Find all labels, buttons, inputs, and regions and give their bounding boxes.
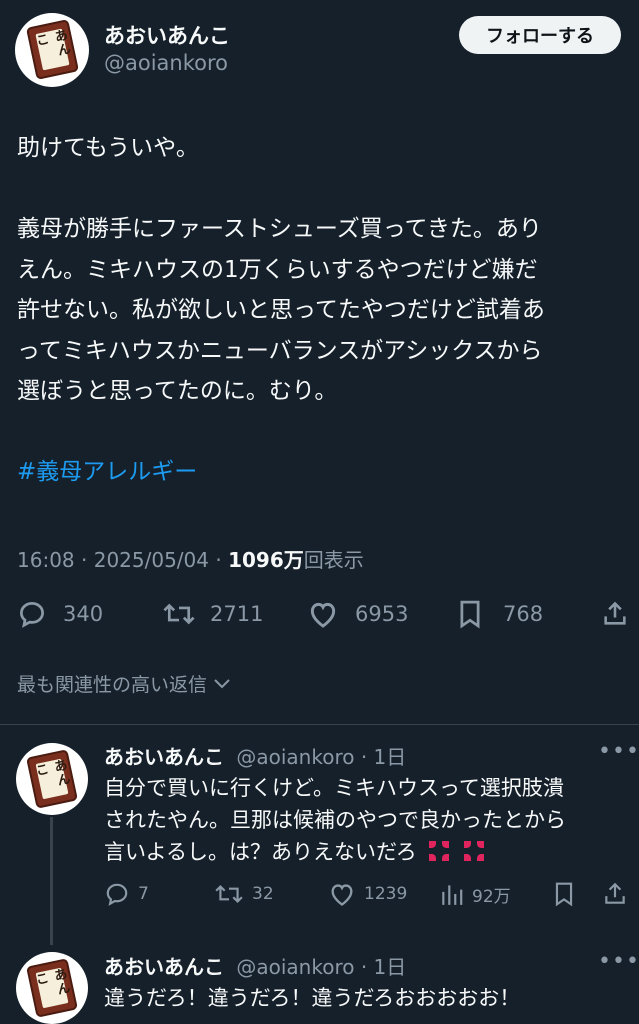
retweet-icon xyxy=(215,884,243,904)
follow-button[interactable]: フォローする xyxy=(459,16,621,54)
tweet-line xyxy=(17,412,627,453)
reply-header: あおいあんこ @aoiankoro · 1日 xyxy=(104,951,406,980)
tweet-meta: 16:08 · 2025/05/04 · 1096万回表示 xyxy=(17,544,364,573)
reply-icon xyxy=(106,883,128,906)
anger-emoji-icon xyxy=(427,839,451,863)
reply-handle-time[interactable]: @aoiankoro · 1日 xyxy=(236,745,406,769)
thread-line xyxy=(50,817,53,945)
meta-separator: · xyxy=(215,548,229,572)
views-chart-icon xyxy=(442,885,463,905)
reply-line: 言いよるし。は？ありえないだろ xyxy=(104,836,566,868)
tweet-line: 義母が勝手にファーストシューズ買ってきた。あり xyxy=(17,216,542,242)
reply-reply-count: 7 xyxy=(138,884,149,904)
reply-like-count: 1239 xyxy=(364,884,408,904)
reply-like-button[interactable]: 1239 xyxy=(328,881,407,907)
reply-share-button[interactable] xyxy=(602,881,628,907)
reply-line-text: 言いよるし。は？ありえないだろ xyxy=(104,840,417,864)
reply-bookmark-button[interactable] xyxy=(553,881,575,907)
reply-text: 違うだろ！違うだろ！違うだろおおおおお！ xyxy=(104,982,520,1014)
retweet-icon xyxy=(163,603,195,625)
views-label: 回表示 xyxy=(303,548,364,572)
sort-label: 最も関連性の高い返信 xyxy=(17,674,208,696)
reply-count: 340 xyxy=(63,602,104,626)
retweet-button[interactable]: 2711 xyxy=(162,599,263,629)
reply-handle-time[interactable]: @aoiankoro · 1日 xyxy=(236,955,406,979)
bookmark-button[interactable]: 768 xyxy=(457,599,543,629)
reply-author-name[interactable]: あおいあんこ xyxy=(104,745,224,769)
bookmark-count: 768 xyxy=(503,602,544,626)
reply-retweet-button[interactable]: 32 xyxy=(214,881,274,907)
reply-icon xyxy=(19,601,45,628)
reply-views-button[interactable]: 92万 xyxy=(440,881,511,907)
book-icon: あんこ xyxy=(25,19,79,81)
tweet-line: 選ぼうと思ってたのに。むり。 xyxy=(17,378,338,404)
avatar-label: あんこ xyxy=(32,29,71,71)
chevron-down-icon xyxy=(214,678,230,688)
book-icon: あんこ xyxy=(26,749,78,809)
book-icon: あんこ xyxy=(26,958,78,1018)
reply-line: 違うだろ！違うだろ！違うだろおおおおお！ xyxy=(104,986,521,1010)
tweet-line xyxy=(17,169,627,210)
retweet-count: 2711 xyxy=(210,602,264,626)
avatar-label: あんこ xyxy=(32,967,71,1009)
heart-icon xyxy=(310,602,336,628)
author-name[interactable]: あおいあんこ xyxy=(104,20,230,50)
reply-reply-button[interactable]: 7 xyxy=(104,881,149,907)
tweet-line: えん。ミキハウスの1万くらいするやつだけど嫌だ xyxy=(17,256,538,283)
reply-line: 自分で買いに行くけど。ミキハウスって選択肢潰 xyxy=(104,776,564,800)
divider xyxy=(0,724,639,725)
reply-header: あおいあんこ @aoiankoro · 1日 xyxy=(104,741,406,770)
share-icon xyxy=(604,601,626,625)
sort-replies-toggle[interactable]: 最も関連性の高い返信 xyxy=(17,670,231,697)
reply-author-name[interactable]: あおいあんこ xyxy=(104,955,224,979)
bookmark-icon xyxy=(555,882,573,907)
avatar-label: あんこ xyxy=(32,758,71,800)
reply-retweet-count: 32 xyxy=(252,884,274,904)
reply-avatar[interactable]: あんこ xyxy=(16,743,88,815)
author-handle[interactable]: @aoiankoro xyxy=(104,51,228,75)
hashtag-link[interactable]: #義母アレルギー xyxy=(17,452,627,493)
reply-avatar[interactable]: あんこ xyxy=(16,952,88,1024)
like-button[interactable]: 6953 xyxy=(307,599,408,629)
more-options-icon[interactable]: ••• xyxy=(598,739,639,764)
tweet-line: 許せない。私が欲しいと思ってたやつだけど試着あ xyxy=(17,297,545,323)
author-avatar[interactable]: あんこ xyxy=(15,13,89,87)
reply-views-count: 92万 xyxy=(472,886,511,907)
meta-separator: · xyxy=(81,548,94,572)
share-button[interactable] xyxy=(601,600,629,628)
heart-icon xyxy=(331,884,353,906)
tweet-line: ってミキハウスかニューバランスがアシックスから xyxy=(17,337,543,364)
reply-text: 自分で買いに行くけど。ミキハウスって選択肢潰 されたやん。旦那は候補のやつで良か… xyxy=(104,772,566,868)
tweet-text: 助けてもういや。 義母が勝手にファーストシューズ買ってきた。あり えん。ミキハウ… xyxy=(17,128,627,493)
tweet-time[interactable]: 16:08 xyxy=(17,548,75,572)
more-options-icon[interactable]: ••• xyxy=(598,949,639,974)
tweet-line: 助けてもういや。 xyxy=(17,135,199,161)
bookmark-icon xyxy=(460,600,480,629)
anger-emoji-icon xyxy=(462,839,486,863)
reply-line: されたやん。旦那は候補のやつで良かったとから xyxy=(104,808,566,832)
reply-button[interactable]: 340 xyxy=(17,599,103,629)
like-count: 6953 xyxy=(355,602,409,626)
views-count: 1096万 xyxy=(228,548,304,572)
share-icon xyxy=(605,882,625,904)
tweet-date[interactable]: 2025/05/04 xyxy=(94,548,209,572)
